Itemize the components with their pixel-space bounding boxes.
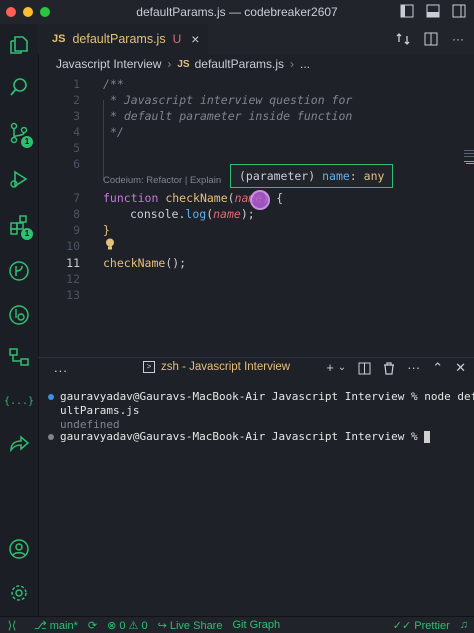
code-line-8: console.log(name); <box>130 207 255 221</box>
code-line-2: * Javascript interview question for <box>110 93 353 107</box>
line-number: 12 <box>66 272 80 286</box>
search-icon[interactable] <box>6 74 32 100</box>
testing-icon[interactable] <box>6 344 32 370</box>
settings-gear-icon[interactable] <box>6 580 32 606</box>
warning-icon: ⚠ <box>128 619 142 632</box>
more-actions-icon[interactable]: ··· <box>407 360 420 376</box>
title-bar: defaultParams.js — codebreaker2607 <box>0 0 474 24</box>
json-icon[interactable]: {...} <box>4 388 34 414</box>
sync-icon[interactable]: ⟳ <box>88 619 97 632</box>
js-file-icon: JS <box>52 33 66 45</box>
breadcrumb-folder[interactable]: Javascript Interview <box>56 57 161 71</box>
code-editor[interactable]: 1 /** 2 * Javascript interview question fo… <box>38 74 474 354</box>
terminal-cursor <box>424 431 431 443</box>
codeium-codelens[interactable]: Codeium: Refactor | Explain <box>103 175 221 186</box>
command-status-dot <box>48 434 54 440</box>
js-file-icon: JS <box>177 58 190 70</box>
source-control-badge: 1 <box>21 136 33 148</box>
breadcrumb: Javascript Interview › JS defaultParams.… <box>38 54 474 74</box>
git-graph-status[interactable]: Git Graph <box>232 619 280 631</box>
line-number: 5 <box>73 141 80 155</box>
minimap[interactable] <box>464 148 474 168</box>
lightbulb-icon[interactable] <box>105 238 115 250</box>
extensions-badge: 1 <box>21 228 33 240</box>
mouse-cursor-highlight <box>250 190 270 210</box>
code-line-1: /** <box>103 77 124 91</box>
live-share-status[interactable]: ↪ Live Share <box>158 619 223 632</box>
line-number: 8 <box>73 207 80 221</box>
line-number: 1 <box>73 77 80 91</box>
breadcrumb-separator-icon: › <box>289 57 294 71</box>
branch-icon: ⎇ <box>34 619 50 632</box>
line-number: 10 <box>66 239 80 253</box>
terminal[interactable]: gauravyadav@Gauravs-MacBook-Air Javascri… <box>38 388 474 616</box>
code-line-4: */ <box>110 125 124 139</box>
error-icon: ⊗ <box>107 619 120 632</box>
new-terminal-icon[interactable]: + <box>326 360 334 376</box>
untracked-badge: U <box>172 32 182 46</box>
remote-indicator-icon[interactable]: ⟩⟨ <box>0 617 24 633</box>
terminal-icon: > <box>143 361 155 373</box>
terminal-prompt-line: gauravyadav@Gauravs-MacBook-Air Javascri… <box>60 430 431 444</box>
extensions-icon[interactable]: 1 <box>6 212 33 240</box>
run-debug-icon[interactable] <box>6 166 32 192</box>
terminal-tab-label: zsh - Javascript Interview <box>161 361 291 373</box>
compare-changes-icon[interactable] <box>396 32 410 46</box>
explorer-icon[interactable] <box>6 32 32 58</box>
toggle-panel-icon[interactable] <box>426 4 440 18</box>
line-number-active: 11 <box>66 256 80 270</box>
code-line-11: checkName(); <box>103 256 187 270</box>
tab-label: defaultParams.js <box>72 32 166 46</box>
problems-indicator[interactable]: ⊗ 0 ⚠ 0 <box>107 619 148 632</box>
breadcrumb-more[interactable]: ... <box>300 57 310 71</box>
more-actions-icon[interactable]: ··· <box>452 32 464 46</box>
line-number: 2 <box>73 93 80 107</box>
terminal-tab[interactable]: > zsh - Javascript Interview <box>143 361 290 373</box>
status-bar: ⟩⟨ ⎇ main* ⟳ ⊗ 0 ⚠ 0 ↪ Live Share Git Gr… <box>0 616 474 633</box>
close-panel-icon[interactable]: ✕ <box>455 360 466 376</box>
command-status-dot <box>48 394 54 400</box>
source-control-icon[interactable]: 1 <box>6 120 33 148</box>
check-icon: ✓✓ <box>392 619 415 632</box>
panel-actions: + ⌄ ··· ⌃ ✕ <box>326 360 466 376</box>
terminal-line: ultParams.js <box>60 404 140 417</box>
notifications-bell-icon[interactable]: ♫ <box>460 619 468 631</box>
live-share-icon: ↪ <box>157 619 170 632</box>
editor-tab-bar: JS defaultParams.js U × ··· <box>38 24 474 54</box>
toggle-sidebar-icon[interactable] <box>400 4 414 18</box>
prettier-status[interactable]: ✓✓ Prettier <box>393 619 450 632</box>
trash-icon[interactable] <box>383 362 395 375</box>
status-right: ✓✓ Prettier ♫ <box>383 617 474 633</box>
indent-guide <box>103 100 104 180</box>
line-number: 7 <box>73 191 80 205</box>
activity-bar: 1 1 {...} <box>0 24 39 616</box>
chevron-up-icon[interactable]: ⌃ <box>432 360 443 376</box>
code-line-3: * default parameter inside function <box>110 109 353 123</box>
parameter-hover-tooltip: (parameter) name: any <box>230 164 394 188</box>
live-share-icon[interactable] <box>6 430 32 456</box>
panel-header: ... > zsh - Javascript Interview + ⌄ ···… <box>38 357 474 380</box>
line-number: 3 <box>73 109 80 123</box>
split-terminal-icon[interactable] <box>358 362 371 375</box>
account-icon[interactable] <box>6 536 32 562</box>
line-number: 9 <box>73 223 80 237</box>
breadcrumb-file[interactable]: defaultParams.js <box>195 57 284 71</box>
layout-controls <box>400 4 466 18</box>
remote-icon[interactable] <box>6 302 32 328</box>
code-line-9: } <box>103 223 110 237</box>
line-number: 6 <box>73 157 80 171</box>
editor-actions: ··· <box>396 32 464 46</box>
breadcrumb-separator-icon: › <box>167 57 172 71</box>
customize-layout-icon[interactable] <box>452 4 466 18</box>
git-graph-icon[interactable] <box>6 258 32 284</box>
terminal-line: gauravyadav@Gauravs-MacBook-Air Javascri… <box>60 390 474 403</box>
branch-indicator[interactable]: ⎇ main* <box>34 619 78 632</box>
line-number: 4 <box>73 125 80 139</box>
split-editor-icon[interactable] <box>424 32 438 46</box>
chevron-down-icon[interactable]: ⌄ <box>338 362 346 376</box>
line-number: 13 <box>66 288 80 302</box>
tab-defaultparams[interactable]: JS defaultParams.js U × <box>38 24 208 54</box>
close-tab-button[interactable]: × <box>191 31 199 47</box>
panel-more-icon[interactable]: ... <box>54 360 68 375</box>
